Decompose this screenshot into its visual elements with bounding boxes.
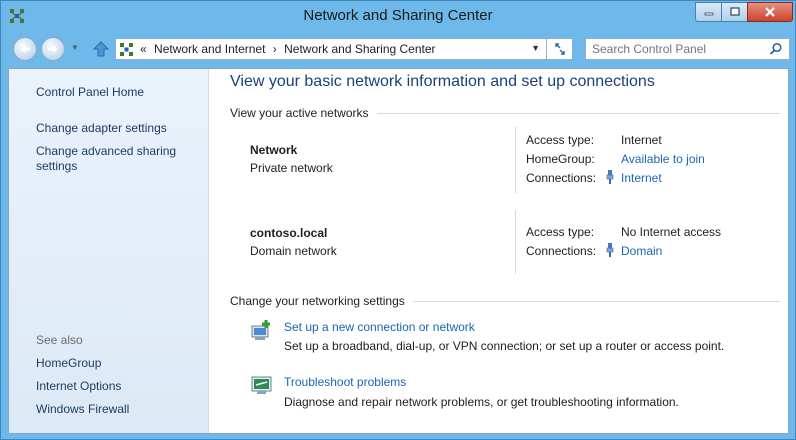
troubleshoot-icon — [251, 376, 272, 394]
internet-options-link[interactable]: Internet Options — [36, 379, 121, 394]
address-bar[interactable]: « Network and Internet › Network and Sha… — [115, 38, 547, 60]
connections-label: Connections: — [526, 171, 597, 185]
active-networks-heading-text: View your active networks — [230, 106, 369, 120]
divider — [412, 300, 780, 302]
see-also-label: See also — [36, 333, 83, 347]
access-type-value: Internet — [621, 133, 662, 147]
title-bar[interactable]: Network and Sharing Center — [1, 1, 795, 31]
control-panel-icon — [120, 43, 133, 56]
homegroup-label: HomeGroup: — [526, 152, 595, 166]
troubleshoot-problems-link[interactable]: Troubleshoot problems — [284, 375, 406, 389]
window: Network and Sharing Center ▼ « Network a… — [0, 0, 796, 440]
setup-new-connection-link[interactable]: Set up a new connection or network — [284, 320, 475, 334]
back-arrow-icon — [20, 45, 30, 53]
main-panel: View your basic network information and … — [209, 69, 788, 433]
networking-settings-heading-text: Change your networking settings — [230, 294, 405, 308]
maximize-button[interactable] — [721, 2, 748, 22]
minimize-icon — [704, 12, 713, 16]
ethernet-icon — [606, 243, 614, 257]
back-button[interactable] — [13, 37, 37, 61]
refresh-button[interactable] — [547, 38, 573, 60]
connections-label: Connections: — [526, 244, 597, 258]
minimize-button[interactable] — [695, 2, 722, 22]
access-type-value: No Internet access — [621, 225, 722, 239]
forward-arrow-icon — [48, 45, 58, 53]
window-title: Network and Sharing Center — [303, 7, 493, 24]
forward-button[interactable] — [41, 37, 65, 61]
breadcrumb-network-and-internet[interactable]: Network and Internet — [154, 42, 265, 56]
close-button[interactable] — [747, 2, 793, 22]
address-dropdown-icon[interactable]: ▼ — [531, 43, 540, 53]
network-category-link[interactable]: Domain network — [250, 244, 337, 258]
ethernet-icon — [606, 170, 614, 184]
sidebar: Control Panel Home Change adapter settin… — [9, 69, 209, 433]
new-connection-icon — [251, 320, 270, 340]
control-panel-home-link[interactable]: Control Panel Home — [36, 85, 144, 100]
maximize-icon — [729, 7, 740, 16]
setup-new-connection-description: Set up a broadband, dial-up, or VPN conn… — [284, 339, 725, 353]
internet-connection-link[interactable]: Internet — [621, 171, 662, 185]
refresh-icon — [554, 43, 565, 55]
access-type-label: Access type: — [526, 133, 595, 147]
network-category-link[interactable]: Private network — [250, 161, 333, 175]
networking-settings-heading: Change your networking settings — [230, 294, 780, 308]
recent-locations-dropdown[interactable]: ▼ — [71, 43, 79, 52]
up-arrow-icon[interactable] — [92, 40, 110, 58]
troubleshoot-problems-description: Diagnose and repair network problems, or… — [284, 395, 679, 409]
content-area: Control Panel Home Change adapter settin… — [8, 68, 789, 434]
available-to-join-link[interactable]: Available to join — [621, 152, 705, 166]
windows-firewall-link[interactable]: Windows Firewall — [36, 402, 129, 417]
search-icon[interactable] — [769, 42, 783, 56]
breadcrumb-overflow[interactable]: « — [140, 42, 147, 56]
search-input[interactable] — [592, 41, 762, 57]
page-title: View your basic network information and … — [230, 73, 655, 90]
network-name: contoso.local — [250, 226, 328, 240]
domain-connection-link[interactable]: Domain — [621, 244, 662, 258]
divider — [376, 112, 780, 114]
change-advanced-sharing-settings-link[interactable]: Change advanced sharing settings — [36, 144, 186, 174]
divider — [515, 127, 516, 193]
network-name: Network — [250, 143, 298, 157]
change-adapter-settings-link[interactable]: Change adapter settings — [36, 121, 167, 136]
access-type-label: Access type: — [526, 225, 595, 239]
breadcrumb-separator[interactable]: › — [273, 42, 277, 56]
search-box[interactable] — [585, 38, 790, 60]
close-icon — [765, 7, 775, 17]
active-networks-heading: View your active networks — [230, 106, 780, 120]
divider — [515, 210, 516, 274]
navigation-bar: ▼ « Network and Internet › Network and S… — [9, 34, 790, 64]
breadcrumb-network-and-sharing-center[interactable]: Network and Sharing Center — [284, 42, 435, 56]
homegroup-link[interactable]: HomeGroup — [36, 356, 101, 371]
